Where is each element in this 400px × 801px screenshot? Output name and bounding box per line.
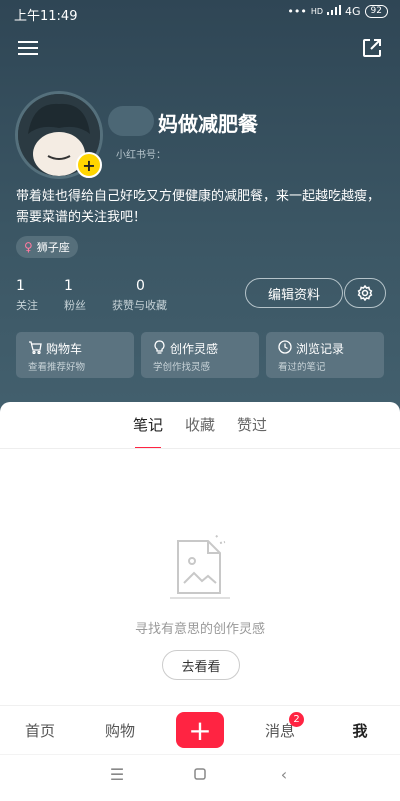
- nav-me[interactable]: 我: [330, 720, 390, 741]
- content-tabs: 笔记 收藏 赞过: [0, 414, 400, 449]
- nav-home[interactable]: 首页: [10, 720, 70, 741]
- signal-icon: [327, 5, 342, 18]
- stat-label: 粉丝: [64, 299, 86, 312]
- stat-following[interactable]: 1 关注: [16, 278, 38, 313]
- tab-notes[interactable]: 笔记: [133, 414, 163, 449]
- create-post-button[interactable]: +: [176, 712, 224, 748]
- network-label: 4G: [345, 5, 361, 18]
- menu-icon[interactable]: [14, 36, 42, 60]
- system-nav-bar: ☰ ‹: [0, 754, 400, 801]
- lightbulb-icon: [153, 340, 166, 357]
- explore-button[interactable]: 去看看: [162, 650, 240, 680]
- stat-followers[interactable]: 1 粉丝: [64, 278, 86, 313]
- home-icon[interactable]: [180, 765, 220, 784]
- card-shopping-cart[interactable]: 购物车 查看推荐好物: [16, 332, 134, 378]
- blurred-name-prefix: [108, 106, 154, 136]
- bio-text: 带着娃也得给自己好吃又方便健康的减肥餐，来一起越吃越瘦，需要菜谱的关注我吧！: [16, 189, 381, 225]
- card-title: 浏览记录: [296, 342, 345, 356]
- zodiac-tag: ♀ 狮子座: [16, 236, 78, 258]
- stat-value: 1: [64, 278, 73, 294]
- xhs-id-label: 小红书号：: [116, 150, 166, 161]
- card-title: 购物车: [46, 342, 83, 356]
- tabs-divider: [0, 448, 400, 449]
- card-subtitle: 看过的笔记: [278, 362, 326, 373]
- messages-badge: 2: [289, 712, 304, 727]
- empty-state-text: 寻找有意思的创作灵感: [134, 622, 265, 637]
- signal-hd-label: HD: [310, 7, 324, 16]
- nickname: 妈做减肥餐: [158, 112, 258, 136]
- status-time: 上午11:49: [14, 9, 78, 24]
- edit-profile-button[interactable]: 编辑资料: [245, 278, 343, 308]
- stat-value: 0: [136, 278, 145, 294]
- tab-liked[interactable]: 赞过: [237, 414, 267, 444]
- status-bar: 上午11:49 ••• HD 4G 92: [0, 0, 400, 26]
- card-subtitle: 查看推荐好物: [28, 362, 86, 373]
- back-icon[interactable]: ‹: [264, 765, 304, 784]
- stat-label: 获赞与收藏: [112, 299, 167, 312]
- settings-button[interactable]: [344, 278, 386, 308]
- gear-icon: [357, 285, 373, 301]
- card-subtitle: 学创作找灵感: [153, 362, 211, 373]
- stat-label: 关注: [16, 299, 38, 312]
- stat-value: 1: [16, 278, 25, 294]
- status-right: ••• HD 4G 92: [287, 5, 388, 18]
- nav-shop[interactable]: 购物: [90, 720, 150, 741]
- clock-icon: [278, 340, 292, 357]
- zodiac-label: 狮子座: [36, 241, 70, 254]
- card-title: 创作灵感: [170, 342, 219, 356]
- cart-icon: [28, 340, 42, 357]
- share-icon[interactable]: [358, 34, 386, 62]
- empty-note-icon: [170, 533, 230, 605]
- card-browse-history[interactable]: 浏览记录 看过的笔记: [266, 332, 384, 378]
- dots-icon: •••: [287, 5, 307, 18]
- card-creative-inspiration[interactable]: 创作灵感 学创作找灵感: [141, 332, 259, 378]
- recents-icon[interactable]: ☰: [97, 765, 137, 784]
- add-avatar-button[interactable]: +: [76, 152, 102, 178]
- battery-icon: 92: [364, 5, 388, 18]
- tab-collections[interactable]: 收藏: [185, 414, 215, 444]
- stat-likes-collects[interactable]: 0 获赞与收藏: [112, 278, 167, 313]
- female-icon: ♀: [24, 240, 33, 254]
